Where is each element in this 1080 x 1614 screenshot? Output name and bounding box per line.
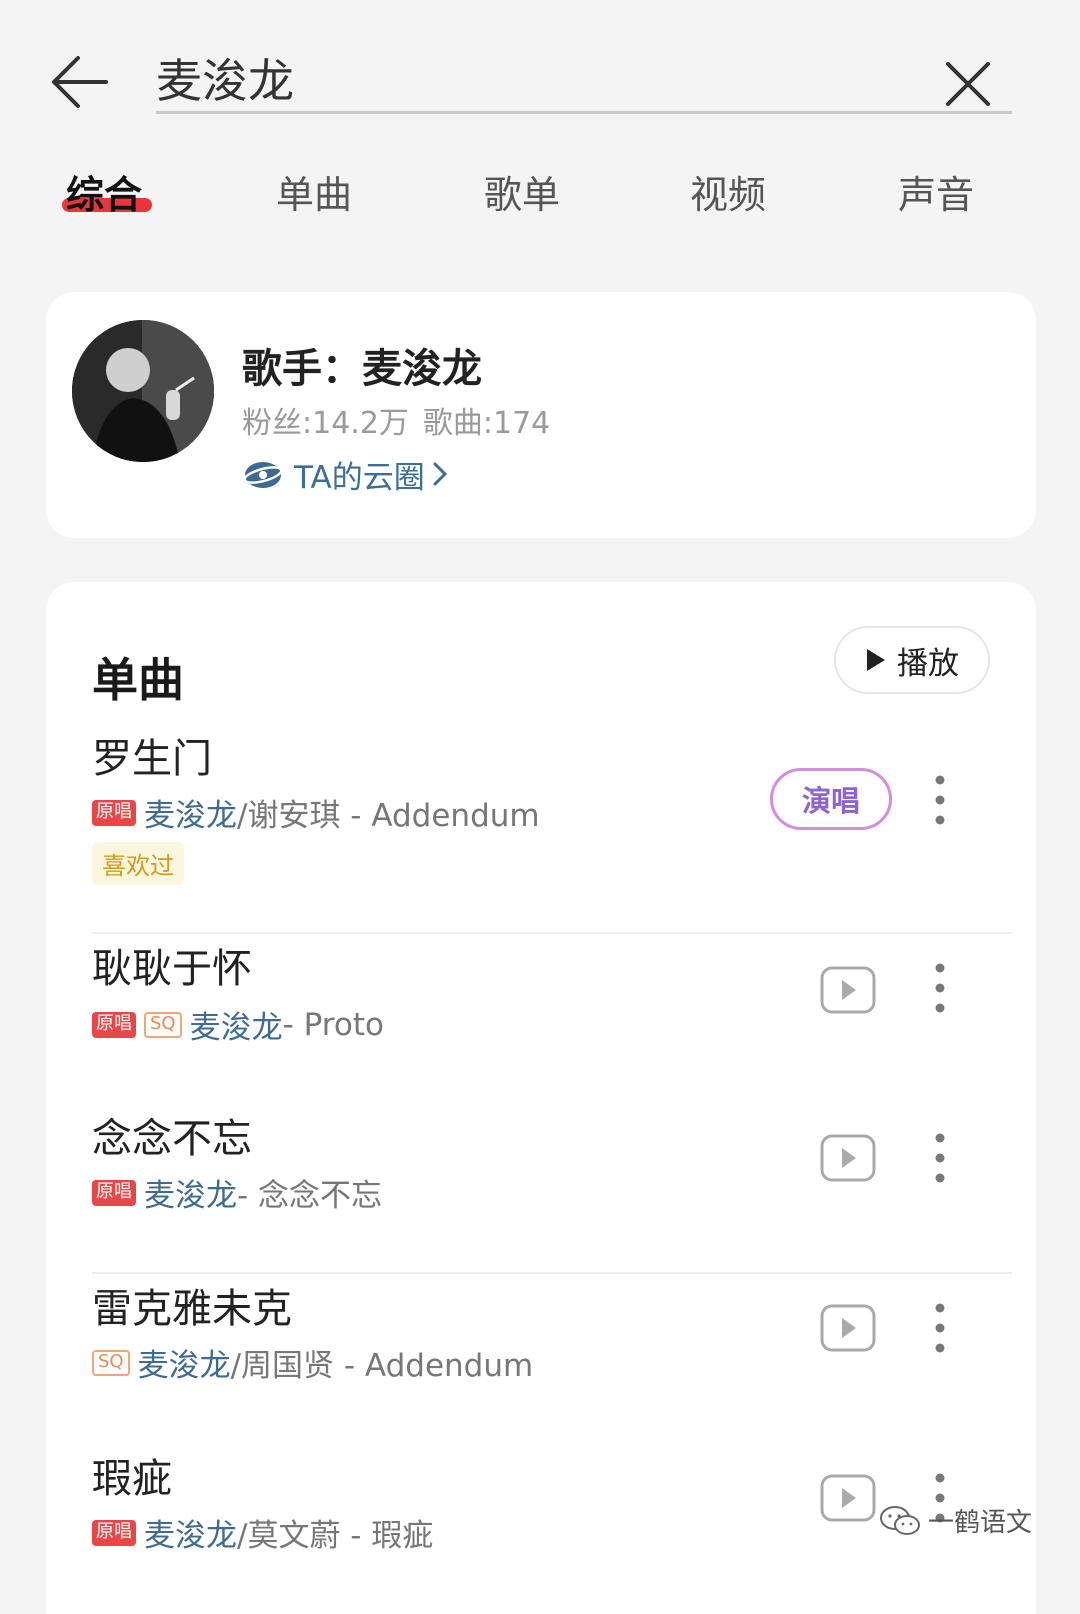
song-subtitle: 原唱 麦浚龙 - 念念不忘 — [92, 1170, 382, 1215]
song-title: 耿耿于怀 — [92, 946, 252, 992]
tab-videos[interactable]: 视频 — [690, 164, 766, 219]
search-bar — [0, 22, 1080, 122]
cloud-circle-link[interactable]: TA的云圈 — [242, 452, 447, 496]
artist-name: 歌手：麦浚龙 — [242, 346, 482, 392]
song-subtitle: 原唱 SQ 麦浚龙 - Proto — [92, 1002, 384, 1047]
song-row[interactable]: 念念不忘 原唱 麦浚龙 - 念念不忘 — [46, 1106, 1036, 1266]
song-subtitle: 原唱 麦浚龙 /莫文蔚 - 瑕疵 — [92, 1510, 433, 1555]
song-album-info: - 念念不忘 — [237, 1178, 383, 1214]
song-row[interactable]: 罗生门 原唱 麦浚龙 /谢安琪 - Addendum 喜欢过 演唱 — [46, 720, 1036, 906]
artist-link[interactable]: 麦浚龙 — [144, 1510, 237, 1555]
close-icon — [946, 62, 990, 106]
cloud-circle-label: TA的云圈 — [294, 459, 425, 496]
artist-link[interactable]: 麦浚龙 — [144, 790, 237, 835]
song-count: 歌曲:174 — [422, 406, 551, 441]
songs-section: 单曲 播放 罗生门 原唱 麦浚龙 /谢安琪 - Addendum 喜欢过 演唱 — [46, 582, 1036, 1614]
watermark: 一鹤语文 — [878, 1502, 1032, 1539]
song-title: 雷克雅未克 — [92, 1286, 292, 1332]
original-badge: 原唱 — [92, 799, 136, 826]
song-album-info: /谢安琪 - Addendum — [237, 798, 540, 834]
divider — [92, 932, 1012, 934]
play-icon — [867, 649, 885, 671]
artist-link[interactable]: 麦浚龙 — [138, 1340, 231, 1385]
search-input[interactable] — [156, 50, 1012, 114]
artist-link[interactable]: 麦浚龙 — [144, 1170, 237, 1215]
original-badge: 原唱 — [92, 1011, 136, 1038]
song-album-info: - Proto — [282, 1006, 384, 1043]
sq-badge: SQ — [144, 1011, 182, 1038]
song-album-info: /周国贤 - Addendum — [230, 1348, 534, 1384]
more-options-icon[interactable] — [926, 770, 954, 830]
artist-card[interactable]: 歌手：麦浚龙 粉丝:14.2万 歌曲:174 TA的云圈 — [46, 292, 1036, 538]
tab-songs[interactable]: 单曲 — [276, 164, 352, 219]
chevron-right-icon — [433, 462, 447, 486]
more-options-icon[interactable] — [926, 1128, 954, 1188]
song-album-info: /莫文蔚 - 瑕疵 — [237, 1518, 434, 1554]
wechat-icon — [880, 1505, 920, 1535]
result-tabs: 综合 单曲 歌单 视频 声音 — [0, 158, 1080, 228]
tab-playlists[interactable]: 歌单 — [484, 164, 560, 219]
tab-general[interactable]: 综合 — [66, 164, 142, 219]
song-subtitle: 原唱 麦浚龙 /谢安琪 - Addendum — [92, 790, 540, 835]
song-title: 瑕疵 — [92, 1456, 172, 1502]
artist-link[interactable]: 麦浚龙 — [190, 1002, 283, 1047]
song-row[interactable]: 耿耿于怀 原唱 SQ 麦浚龙 - Proto — [46, 936, 1036, 1096]
clear-search-button[interactable] — [940, 56, 996, 112]
play-all-label: 播放 — [897, 645, 959, 682]
back-button[interactable] — [48, 52, 112, 112]
watermark-label: 一鹤语文 — [928, 1508, 1033, 1538]
sing-button[interactable]: 演唱 — [770, 768, 892, 830]
video-play-icon[interactable] — [820, 966, 876, 1014]
original-badge: 原唱 — [92, 1519, 136, 1546]
video-play-icon[interactable] — [820, 1474, 876, 1522]
video-play-icon[interactable] — [820, 1134, 876, 1182]
sq-badge: SQ — [92, 1349, 130, 1376]
fan-count: 粉丝:14.2万 — [242, 406, 409, 441]
artist-photo-icon — [72, 320, 214, 462]
cloud-circle-icon — [243, 462, 283, 488]
song-title: 罗生门 — [92, 736, 212, 782]
section-title: 单曲 — [92, 653, 184, 707]
video-play-icon[interactable] — [820, 1304, 876, 1352]
more-options-icon[interactable] — [926, 958, 954, 1018]
back-arrow-icon — [52, 56, 108, 108]
search-results-page: 综合 单曲 歌单 视频 声音 歌手：麦浚龙 粉丝:14.2万歌曲:174 — [0, 0, 1080, 1614]
song-title: 念念不忘 — [92, 1116, 252, 1162]
song-subtitle: SQ 麦浚龙 /周国贤 - Addendum — [92, 1340, 533, 1385]
artist-stats: 粉丝:14.2万 歌曲:174 — [242, 398, 550, 442]
song-row[interactable]: 雷克雅未克 SQ 麦浚龙 /周国贤 - Addendum — [46, 1276, 1036, 1436]
artist-avatar[interactable] — [72, 320, 214, 462]
more-options-icon[interactable] — [926, 1298, 954, 1358]
tab-audio[interactable]: 声音 — [898, 164, 974, 219]
sing-label: 演唱 — [801, 784, 860, 818]
divider — [92, 1272, 1012, 1274]
original-badge: 原唱 — [92, 1179, 136, 1206]
liked-tag: 喜欢过 — [92, 842, 184, 885]
play-all-button[interactable]: 播放 — [834, 626, 990, 694]
